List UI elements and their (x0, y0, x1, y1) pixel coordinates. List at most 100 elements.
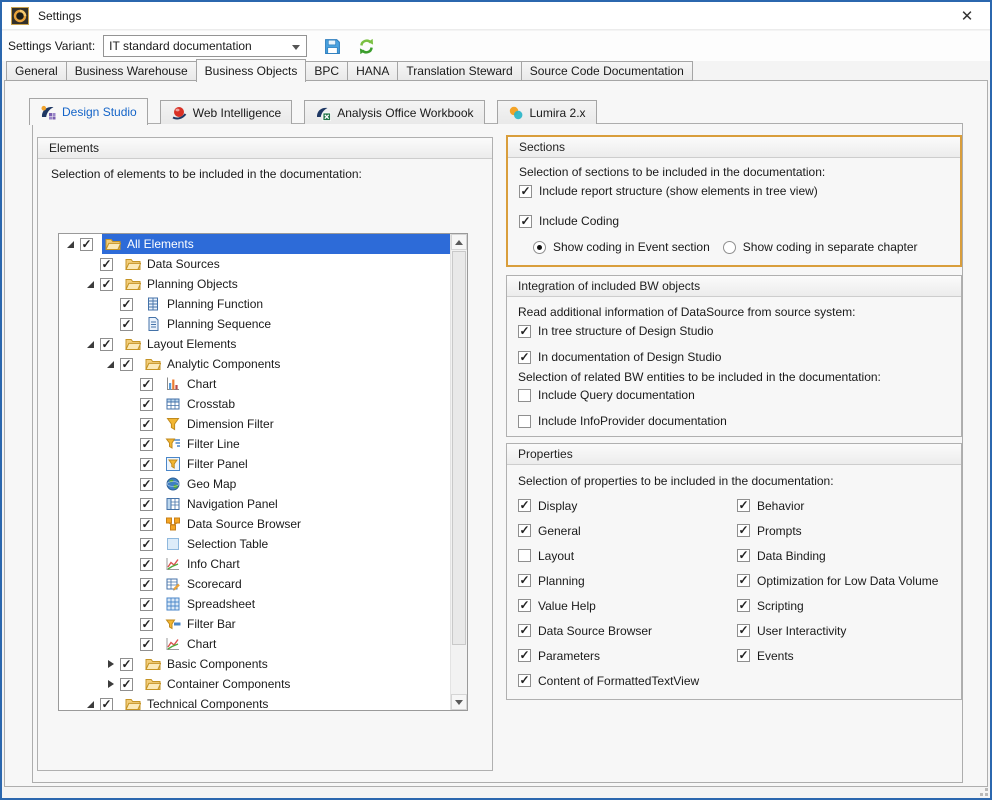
value-help-checkbox[interactable] (518, 599, 531, 612)
checkbox[interactable] (140, 598, 153, 611)
tree-item-filter-bar[interactable]: Filter Bar (59, 614, 450, 634)
tree-item-scorecard[interactable]: Scorecard (59, 574, 450, 594)
tab-hana[interactable]: HANA (347, 61, 398, 81)
tree-item-container-components[interactable]: Container Components (59, 674, 450, 694)
include-query-documentation-checkbox[interactable] (518, 389, 531, 402)
checkbox[interactable] (140, 618, 153, 631)
tree-scrollbar[interactable] (450, 234, 467, 710)
tree-item-technical-components[interactable]: Technical Components (59, 694, 450, 710)
prompts-checkbox[interactable] (737, 524, 750, 537)
expander-icon[interactable] (104, 657, 118, 671)
expander-icon[interactable] (84, 337, 98, 351)
include-infoprovider-documentation-checkbox[interactable] (518, 415, 531, 428)
save-icon[interactable] (324, 38, 341, 55)
tab-analysis-office-workbook[interactable]: Analysis Office Workbook (304, 100, 484, 124)
data-binding-checkbox[interactable] (737, 549, 750, 562)
tree-item-filter-line[interactable]: Filter Line (59, 434, 450, 454)
show-coding-separate-chapter-radio[interactable] (723, 241, 736, 254)
tab-translation-steward[interactable]: Translation Steward (397, 61, 521, 81)
checkbox[interactable] (140, 378, 153, 391)
checkbox[interactable] (100, 278, 113, 291)
tree-item-planning-function[interactable]: Planning Function (59, 294, 450, 314)
expander-icon[interactable] (104, 357, 118, 371)
display-checkbox[interactable] (518, 499, 531, 512)
events-checkbox[interactable] (737, 649, 750, 662)
checkbox[interactable] (140, 638, 153, 651)
tab-design-studio[interactable]: Design Studio (29, 98, 148, 125)
tree-item-data-sources[interactable]: Data Sources (59, 254, 450, 274)
tree-item-chart-2[interactable]: Chart (59, 634, 450, 654)
tree-item-layout-elements[interactable]: Layout Elements (59, 334, 450, 354)
tree-item-planning-sequence[interactable]: Planning Sequence (59, 314, 450, 334)
checkbox[interactable] (140, 498, 153, 511)
checkbox[interactable] (140, 478, 153, 491)
scroll-up-icon[interactable] (451, 234, 467, 250)
checkbox[interactable] (120, 658, 133, 671)
checkbox[interactable] (140, 538, 153, 551)
planning-checkbox[interactable] (518, 574, 531, 587)
property-data-source-browser-row: Data Source Browser (518, 618, 699, 643)
tab-web-intelligence[interactable]: Web Intelligence (160, 100, 293, 124)
checkbox[interactable] (140, 438, 153, 451)
tab-business-warehouse[interactable]: Business Warehouse (66, 61, 197, 81)
checkbox[interactable] (140, 458, 153, 471)
show-coding-event-section-radio[interactable] (533, 241, 546, 254)
checkbox[interactable] (80, 238, 93, 251)
tree-item-navigation-panel[interactable]: Navigation Panel (59, 494, 450, 514)
layout-checkbox[interactable] (518, 549, 531, 562)
checkbox[interactable] (140, 558, 153, 571)
include-report-structure-checkbox[interactable] (519, 185, 532, 198)
tab-general[interactable]: General (6, 61, 67, 81)
tree-item-data-source-browser[interactable]: Data Source Browser (59, 514, 450, 534)
tree-item-basic-components[interactable]: Basic Components (59, 654, 450, 674)
settings-variant-combobox[interactable]: IT standard documentation (103, 35, 307, 57)
user-interactivity-checkbox[interactable] (737, 624, 750, 637)
content-formattedtextview-checkbox[interactable] (518, 674, 531, 687)
scrollbar-thumb[interactable] (452, 251, 466, 645)
include-coding-checkbox[interactable] (519, 215, 532, 228)
tree-structure-design-studio-checkbox[interactable] (518, 325, 531, 338)
close-icon[interactable]: ✕ (957, 6, 977, 26)
scripting-checkbox[interactable] (737, 599, 750, 612)
checkbox[interactable] (140, 578, 153, 591)
tree-item-selection-table[interactable]: Selection Table (59, 534, 450, 554)
tree-item-chart[interactable]: Chart (59, 374, 450, 394)
checkbox[interactable] (140, 398, 153, 411)
tree-item-filter-panel[interactable]: Filter Panel (59, 454, 450, 474)
general-checkbox[interactable] (518, 524, 531, 537)
checkbox[interactable] (100, 258, 113, 271)
checkbox[interactable] (120, 678, 133, 691)
expander-icon[interactable] (64, 237, 78, 251)
checkbox[interactable] (120, 298, 133, 311)
tab-business-objects[interactable]: Business Objects (196, 59, 307, 82)
tab-lumira[interactable]: Lumira 2.x (497, 100, 597, 124)
tree-item-dimension-filter[interactable]: Dimension Filter (59, 414, 450, 434)
tree-item-info-chart[interactable]: Info Chart (59, 554, 450, 574)
tree-item-spreadsheet[interactable]: Spreadsheet (59, 594, 450, 614)
scroll-down-icon[interactable] (451, 694, 467, 710)
resize-grip[interactable] (976, 784, 988, 796)
checkbox[interactable] (140, 418, 153, 431)
refresh-icon[interactable] (358, 38, 375, 55)
behavior-checkbox[interactable] (737, 499, 750, 512)
checkbox[interactable] (120, 318, 133, 331)
expander-icon[interactable] (104, 677, 118, 691)
documentation-design-studio-checkbox[interactable] (518, 351, 531, 364)
checkbox[interactable] (120, 358, 133, 371)
folder-icon (125, 696, 141, 710)
tree-item-geo-map[interactable]: Geo Map (59, 474, 450, 494)
tree-item-planning-objects[interactable]: Planning Objects (59, 274, 450, 294)
tab-source-code-documentation[interactable]: Source Code Documentation (521, 61, 693, 81)
tree-item-all-elements[interactable]: All Elements (59, 234, 450, 254)
expander-icon[interactable] (84, 697, 98, 710)
data-source-browser-checkbox[interactable] (518, 624, 531, 637)
checkbox[interactable] (100, 338, 113, 351)
optimization-low-data-volume-checkbox[interactable] (737, 574, 750, 587)
tree-item-crosstab[interactable]: Crosstab (59, 394, 450, 414)
tree-item-analytic-components[interactable]: Analytic Components (59, 354, 450, 374)
checkbox[interactable] (140, 518, 153, 531)
tab-bpc[interactable]: BPC (305, 61, 348, 81)
expander-icon[interactable] (84, 277, 98, 291)
checkbox[interactable] (100, 698, 113, 711)
parameters-checkbox[interactable] (518, 649, 531, 662)
